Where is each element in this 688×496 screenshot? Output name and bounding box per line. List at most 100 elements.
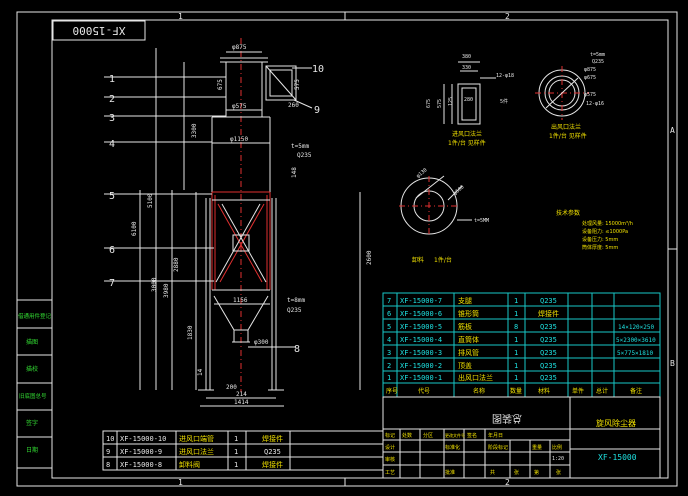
side-block (16, 299, 53, 469)
bom-cell: 8 (106, 461, 110, 469)
dim-label: Q235 (592, 59, 604, 65)
bom-cell: 直筒体 (458, 335, 479, 344)
bom-cell: Q235 (540, 323, 557, 331)
dim-label: 3300 (191, 123, 198, 138)
bottom-flange-detail: φ130 φ580 t=5MM 卸料 1件/台 (399, 167, 489, 264)
dim-label: 148 (291, 167, 298, 178)
bom-cell: 1 (234, 435, 238, 443)
dim-label: t=5MM (474, 218, 489, 224)
dim-label: φ675 (584, 75, 596, 81)
dim-label: 1414 (234, 399, 249, 406)
dim-label: 280 (464, 97, 473, 103)
bom-cell: 1 (514, 362, 518, 370)
balloon-2: 2 (109, 94, 115, 105)
bom-cell: XF-15000-5 (400, 323, 442, 331)
zone-label: 2 (505, 12, 510, 21)
bom-cell: XF-15000-7 (400, 297, 442, 305)
dim-label: 5件 (500, 98, 508, 105)
bom-header: 数量 (510, 387, 522, 395)
balloon-7: 7 (109, 278, 115, 289)
product-code: XF-15000 (598, 453, 637, 462)
dim-label: 1156 (233, 297, 248, 304)
dim-label: 214 (236, 391, 247, 398)
dim-label: φ580 (452, 184, 465, 196)
main-assembly-view: φ875 φ575 φ1150 φ300 675 575 260 3300 t=… (104, 38, 373, 407)
title-block-label: 第 (534, 469, 539, 476)
bom-cell: 3 (387, 349, 391, 357)
detail-title: 卸料 (412, 256, 424, 264)
bom-header: 名称 (473, 387, 485, 395)
zone-label: 1 (178, 478, 183, 487)
detail-qty: 1件/台 见样件 (549, 132, 587, 140)
dim-label: 12-φ18 (496, 73, 514, 79)
bom-cell: 2 (387, 362, 391, 370)
title-block-label: 处数 (402, 432, 412, 439)
dim-label: φ875 (232, 44, 247, 51)
bom-cell: 焊接件 (262, 460, 283, 469)
side-block-label: 描图 (26, 338, 38, 346)
bom-cell: Q235 (540, 362, 557, 370)
detail-qty: 1件/台 (434, 256, 452, 264)
dim-label: 6100 (131, 221, 138, 236)
bom-cell: 1 (514, 374, 518, 382)
bom-cell: 焊接件 (538, 309, 559, 318)
title-block-label: 张 (556, 469, 561, 476)
bom-cell: 进风口端管 (179, 434, 214, 443)
bom-cell: 9 (106, 448, 110, 456)
dim-label: 675 (217, 79, 224, 90)
bom-cell: 支腿 (458, 296, 472, 305)
bom-cell: 排风管 (458, 348, 479, 357)
drawing-number: XF-15000 (73, 24, 126, 37)
detail-title: 出风口法兰 (551, 123, 581, 131)
bom-cell: XF-15000-1 (400, 374, 442, 382)
title-block-label: 年月日 (488, 432, 503, 439)
bom-cell: XF-15000-8 (120, 461, 162, 469)
bom-cell: 出风口法兰 (458, 373, 493, 382)
side-block-label: 旧底图总号 (19, 392, 47, 400)
dim-label: 3000 (151, 277, 158, 292)
bom-header: 代号 (418, 387, 430, 395)
dim-label: 260 (288, 102, 299, 109)
dim-label: φ1150 (230, 136, 248, 143)
dim-label: 575 (294, 79, 301, 90)
bom-cell: 6 (387, 310, 391, 318)
bom-cell: 焊接件 (262, 434, 283, 443)
zone-label: 1 (178, 12, 183, 21)
dim-label: φ575 (584, 92, 596, 98)
tech-line: 设备压力: 5mm (582, 236, 618, 243)
title-block-label: 审核 (385, 456, 395, 463)
bom-cell: 卸料阀 (179, 460, 200, 469)
bom-cell: 5×2300×3610 (616, 337, 656, 344)
dim-label: 5100 (147, 193, 154, 208)
bom-cell: 锥形筒 (458, 309, 479, 318)
balloon-5: 5 (109, 191, 115, 202)
bom-cell: 14×120×250 (618, 324, 655, 331)
title-block-label: 签名 (467, 432, 477, 439)
bom-cell: Q235 (540, 349, 557, 357)
bom-cell: Q235 (264, 448, 281, 456)
bom-cell: Q235 (540, 336, 557, 344)
title-block-label: 工艺 (385, 470, 395, 476)
bom-cell: 8 (514, 323, 518, 331)
bom-header: 备注 (630, 387, 642, 395)
bom-cell: 1 (234, 461, 238, 469)
dim-label: t=5mm (590, 52, 605, 58)
balloon-9: 9 (314, 105, 320, 116)
bom-header: 单件 (572, 387, 584, 395)
title-block-label: 标记 (385, 432, 395, 439)
drawing-title: 总装图 (492, 412, 522, 425)
dim-label: 330 (462, 65, 471, 71)
dim-label: 200 (226, 384, 237, 391)
dim-label: 3980 (163, 283, 170, 298)
dim-label: 675 (426, 99, 432, 108)
bom-cell: XF-15000-3 (400, 349, 442, 357)
balloon-1: 1 (109, 74, 115, 85)
tech-line: 处理风量: 15000m³/h (582, 220, 633, 227)
bom-cell: 1 (234, 448, 238, 456)
bom-cell: 筋板 (458, 322, 472, 331)
title-block-label: 张 (514, 469, 519, 476)
part-leaders (104, 67, 313, 348)
dim-label: 1830 (187, 325, 194, 340)
dim-label: 12-φ16 (586, 101, 604, 107)
bom-cell: XF-15000-2 (400, 362, 442, 370)
